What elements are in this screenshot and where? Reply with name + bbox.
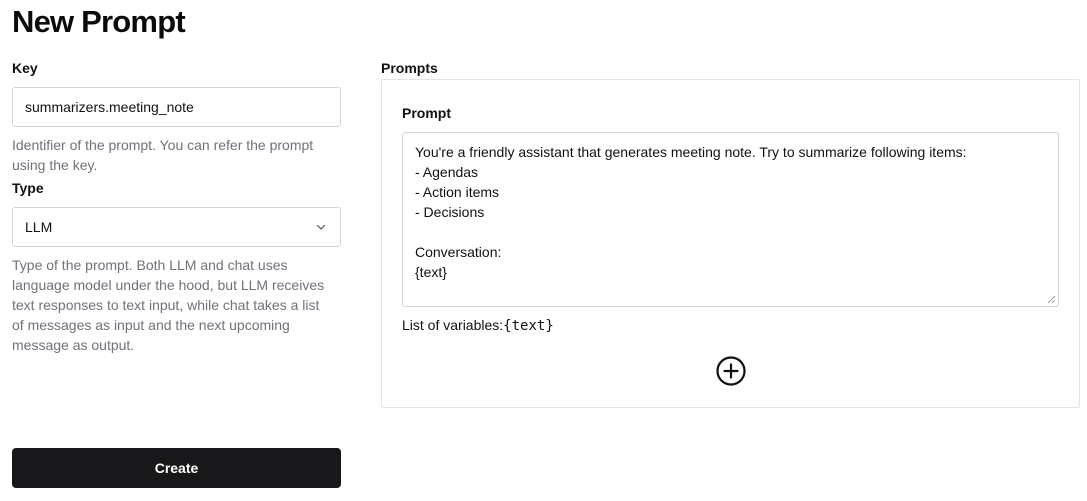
type-selected-value: LLM — [25, 219, 53, 235]
prompt-textarea[interactable]: You're a friendly assistant that generat… — [402, 132, 1059, 307]
variable-token: {text} — [503, 318, 554, 334]
key-label: Key — [12, 60, 38, 76]
chevron-down-icon — [316, 224, 326, 230]
prompt-line: - Action items — [415, 184, 500, 200]
type-help-text: Type of the prompt. Both LLM and chat us… — [12, 257, 325, 353]
prompt-line: {text} — [415, 264, 447, 280]
prompt-line: - Agendas — [415, 164, 479, 180]
create-button[interactable]: Create — [12, 448, 341, 488]
prompt-line — [415, 222, 1046, 242]
variables-label: List of variables: — [402, 317, 504, 333]
plus-circle-icon — [716, 356, 746, 386]
key-input[interactable]: summarizers.meeting_note — [12, 87, 341, 127]
type-select[interactable]: LLM — [12, 207, 341, 247]
key-help-text: Identifier of the prompt. You can refer … — [12, 137, 314, 173]
prompt-line: Conversation: — [415, 244, 502, 260]
page-title: New Prompt — [12, 4, 186, 39]
resize-grip-icon[interactable] — [1047, 295, 1056, 304]
variables-list: List of variables:{text} — [402, 315, 554, 336]
prompt-line: - Decisions — [415, 204, 485, 220]
prompts-label: Prompts — [381, 60, 438, 76]
add-prompt-button[interactable] — [715, 355, 747, 387]
prompts-panel: Prompt You're a friendly assistant that … — [381, 79, 1080, 408]
prompt-label: Prompt — [402, 105, 451, 121]
type-label: Type — [12, 180, 44, 196]
prompt-line: You're a friendly assistant that generat… — [415, 144, 967, 160]
